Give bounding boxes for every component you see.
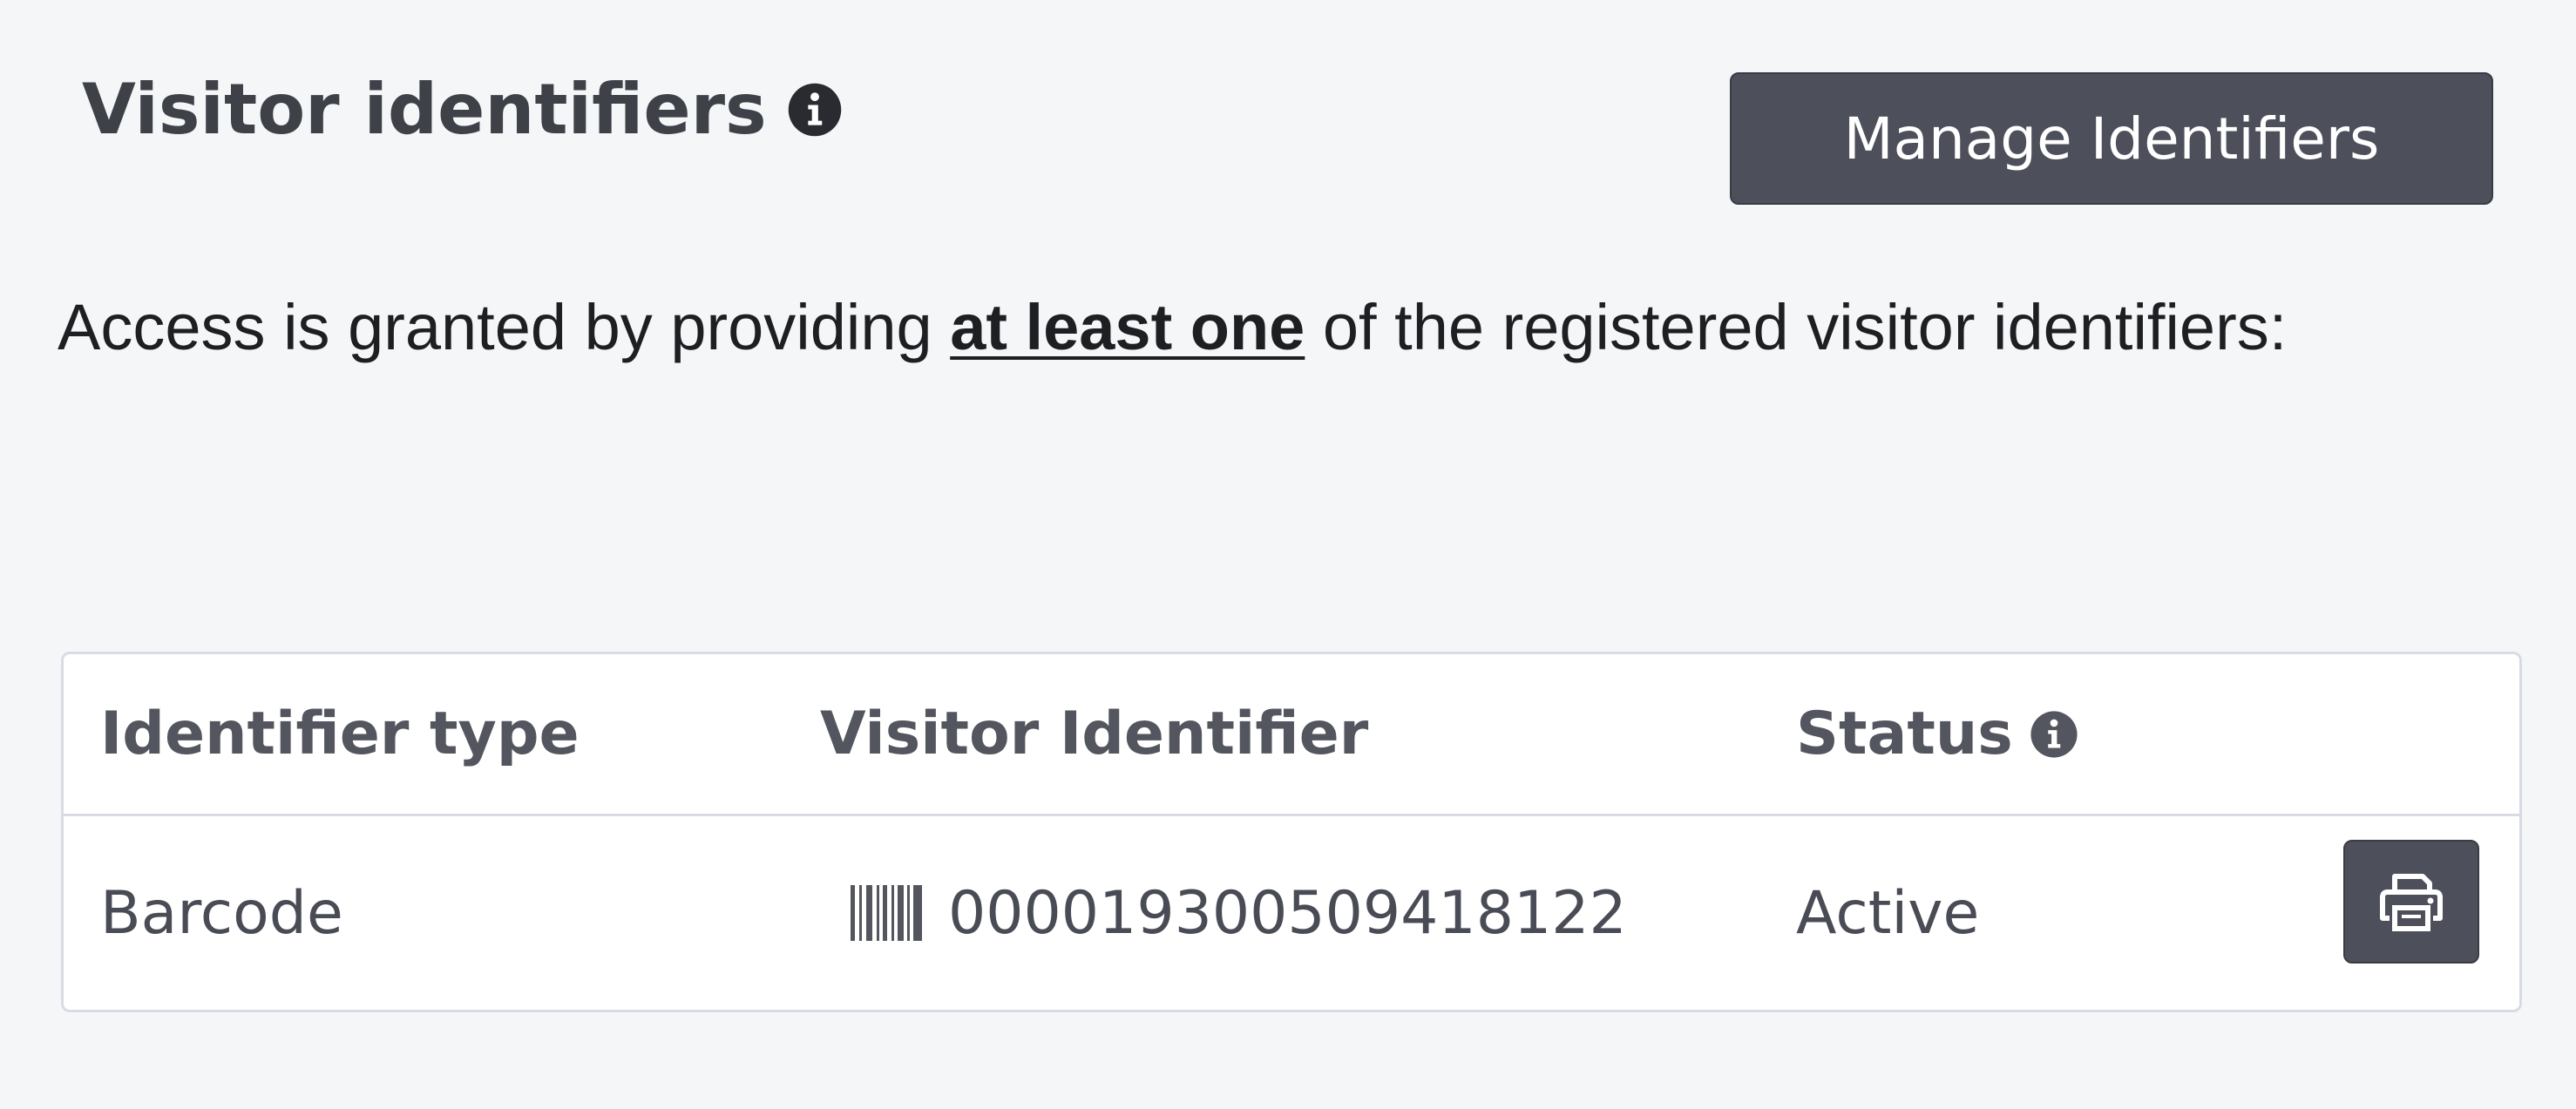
cell-visitor-identifier: 0000193005094181​22 bbox=[820, 816, 1627, 1010]
print-button[interactable] bbox=[2343, 840, 2479, 964]
identifier-type-value: Barcode bbox=[100, 878, 343, 948]
description-prefix: Access is granted by providing bbox=[58, 291, 951, 363]
status-value: Active bbox=[1796, 878, 1980, 948]
visitor-identifier-value: 0000193005094181​22 bbox=[948, 878, 1627, 948]
identifiers-table: Identifier type Visitor Identifier Statu… bbox=[61, 652, 2522, 1012]
column-header-label: Status bbox=[1796, 700, 2013, 768]
column-header-visitor-identifier: Visitor Identifier bbox=[820, 654, 1368, 814]
column-header-label: Identifier type bbox=[100, 700, 580, 768]
description-suffix: of the registered visitor identifiers: bbox=[1305, 291, 2288, 363]
cell-status: Active bbox=[1796, 816, 1979, 1010]
column-header-status: Status bbox=[1796, 654, 2079, 814]
description-emphasis: at least one bbox=[950, 291, 1305, 363]
info-circle-icon[interactable] bbox=[786, 81, 844, 139]
section-title: Visitor identifiers bbox=[82, 69, 767, 150]
print-icon bbox=[2377, 871, 2445, 932]
column-header-identifier-type: Identifier type bbox=[100, 654, 580, 814]
access-description: Access is granted by providing at least … bbox=[58, 292, 2287, 362]
section-header: Visitor identifiers bbox=[82, 75, 844, 145]
barcode-icon bbox=[851, 885, 922, 941]
table-header-row: Identifier type Visitor Identifier Statu… bbox=[64, 654, 2519, 816]
table-row: Barcode 0000193005094181​22 Active bbox=[64, 816, 2519, 1010]
column-header-label: Visitor Identifier bbox=[820, 700, 1369, 768]
manage-identifiers-button[interactable]: Manage Identifiers bbox=[1730, 72, 2493, 205]
cell-identifier-type: Barcode bbox=[100, 816, 343, 1010]
info-circle-icon[interactable] bbox=[2029, 709, 2079, 760]
